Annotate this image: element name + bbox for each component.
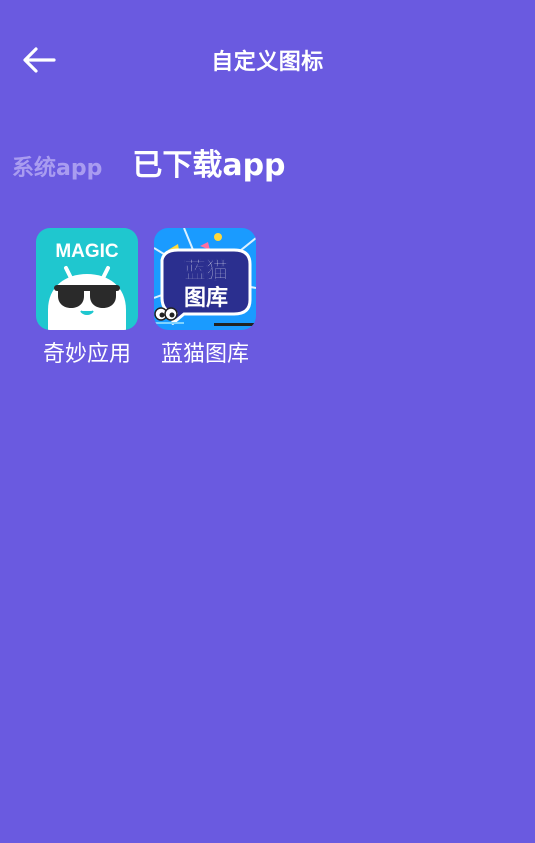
app-grid: MAGIC 奇妙应用 蓝猫 图库 蓝猫图库	[30, 228, 266, 368]
app-item-bluecat[interactable]: 蓝猫 图库 蓝猫图库	[148, 228, 262, 368]
tab-system-apps[interactable]: 系统app	[12, 150, 102, 190]
magic-app-icon: MAGIC	[36, 228, 138, 330]
page-title: 自定义图标	[211, 50, 324, 75]
bluecat-gallery-icon: 蓝猫 图库	[154, 228, 256, 330]
top-bar: 自定义图标	[0, 0, 535, 120]
app-label: 蓝猫图库	[160, 342, 249, 367]
app-item-magic[interactable]: MAGIC 奇妙应用	[30, 228, 144, 368]
tab-downloaded-apps[interactable]: 已下载app	[132, 140, 285, 190]
magic-icon-text: MAGIC	[55, 241, 119, 262]
tab-bar: 系统app 已下载app	[12, 140, 286, 190]
bluecat-icon-text: 蓝猫	[184, 259, 228, 284]
svg-text:图库: 图库	[184, 286, 228, 311]
app-label: 奇妙应用	[42, 342, 131, 367]
